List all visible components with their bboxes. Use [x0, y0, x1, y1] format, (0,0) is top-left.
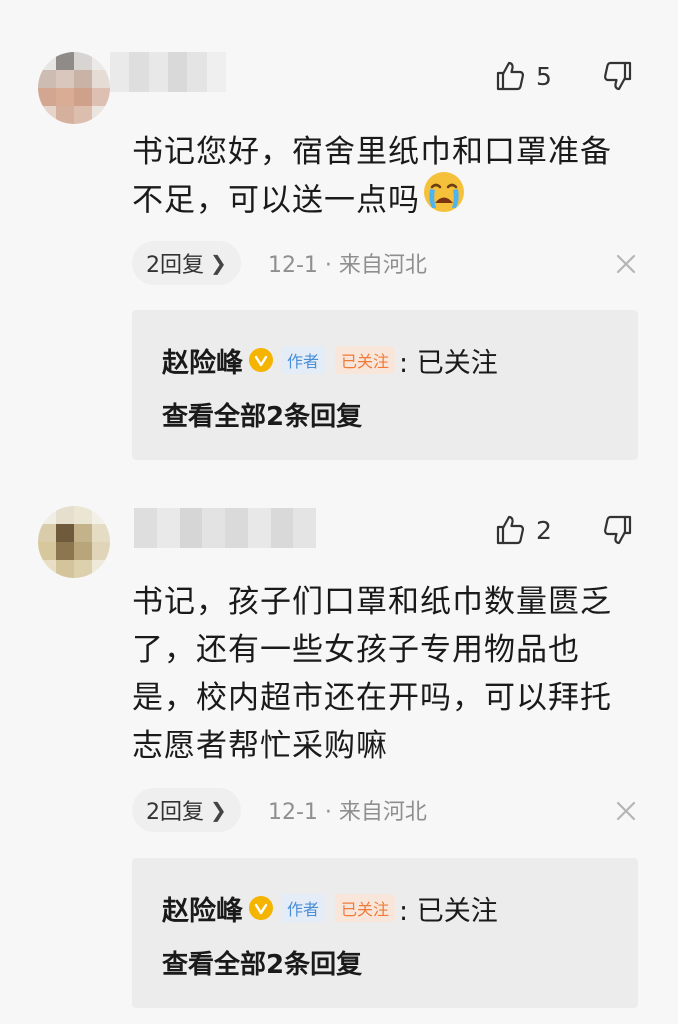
chevron-right-icon: ❯ [210, 798, 227, 822]
author-tag: 作者 [281, 346, 326, 374]
crying-face-icon [422, 170, 466, 228]
reply-header: 赵险峰 作者 已关注 : 已关注 [162, 888, 498, 928]
author-tag: 作者 [281, 894, 326, 922]
thumbs-down-icon [603, 515, 632, 545]
comment-text-line: 是，校内超市还在开吗，可以拜托 [132, 680, 612, 716]
following-tag: 已关注 [335, 894, 396, 922]
thumbs-up-icon [496, 61, 525, 91]
like-count: 2 [536, 515, 552, 545]
reply-preview[interactable]: 赵险峰 作者 已关注 : 已关注 查看全部2条回复 [132, 310, 638, 460]
thumbs-down-icon [603, 61, 632, 91]
comment-meta: 12-1 · 来自河北 [268, 253, 427, 278]
verified-badge-icon [249, 896, 273, 920]
comment-meta: 12-1 · 来自河北 [268, 800, 427, 825]
reply-author-name[interactable]: 赵险峰 [162, 341, 243, 380]
like-count: 5 [536, 61, 552, 91]
thumbs-up-icon [496, 515, 525, 545]
username-blurred[interactable] [134, 508, 316, 548]
dislike-button[interactable] [602, 514, 634, 546]
comment-text-line: 志愿者帮忙采购嘛 [132, 728, 388, 764]
comment-item: 2 书记，孩子们口罩和纸巾数量匮乏 了，还有一些女孩子专用物品也 是，校内超市还… [0, 478, 678, 1024]
comment-text-line: 书记，孩子们口罩和纸巾数量匮乏 [132, 584, 612, 620]
close-icon[interactable] [612, 797, 640, 825]
reply-preview[interactable]: 赵险峰 作者 已关注 : 已关注 查看全部2条回复 [132, 858, 638, 1008]
comment-text: 书记您好，宿舍里纸巾和口罩准备 不足，可以送一点吗 [132, 128, 652, 228]
like-button[interactable]: 5 [494, 60, 552, 92]
reply-count-button[interactable]: 2回复 ❯ [132, 788, 241, 832]
reply-text: : 已关注 [399, 895, 498, 927]
view-all-replies-link[interactable]: 查看全部2条回复 [162, 944, 362, 981]
following-tag: 已关注 [335, 346, 396, 374]
view-all-replies-link[interactable]: 查看全部2条回复 [162, 396, 362, 433]
like-button[interactable]: 2 [494, 514, 552, 546]
verified-badge-icon [249, 348, 273, 372]
comment-text-line: 不足，可以送一点吗 [132, 172, 652, 228]
avatar[interactable] [38, 506, 110, 578]
comment-item: 5 书记您好，宿舍里纸巾和口罩准备 不足，可以送一点吗 2回复 ❯ 12-1 ·… [0, 0, 678, 478]
comment-text-line: 书记您好，宿舍里纸巾和口罩准备 [132, 134, 612, 170]
reply-author-name[interactable]: 赵险峰 [162, 889, 243, 928]
reply-count-button[interactable]: 2回复 ❯ [132, 241, 241, 285]
username-blurred[interactable] [110, 52, 226, 92]
close-icon[interactable] [612, 250, 640, 278]
reply-text: : 已关注 [399, 347, 498, 379]
comment-text-line: 了，还有一些女孩子专用物品也 [132, 632, 580, 668]
chevron-right-icon: ❯ [210, 251, 227, 275]
dislike-button[interactable] [602, 60, 634, 92]
reply-header: 赵险峰 作者 已关注 : 已关注 [162, 340, 498, 380]
avatar[interactable] [38, 52, 110, 124]
comment-text: 书记，孩子们口罩和纸巾数量匮乏 了，还有一些女孩子专用物品也 是，校内超市还在开… [132, 578, 652, 770]
